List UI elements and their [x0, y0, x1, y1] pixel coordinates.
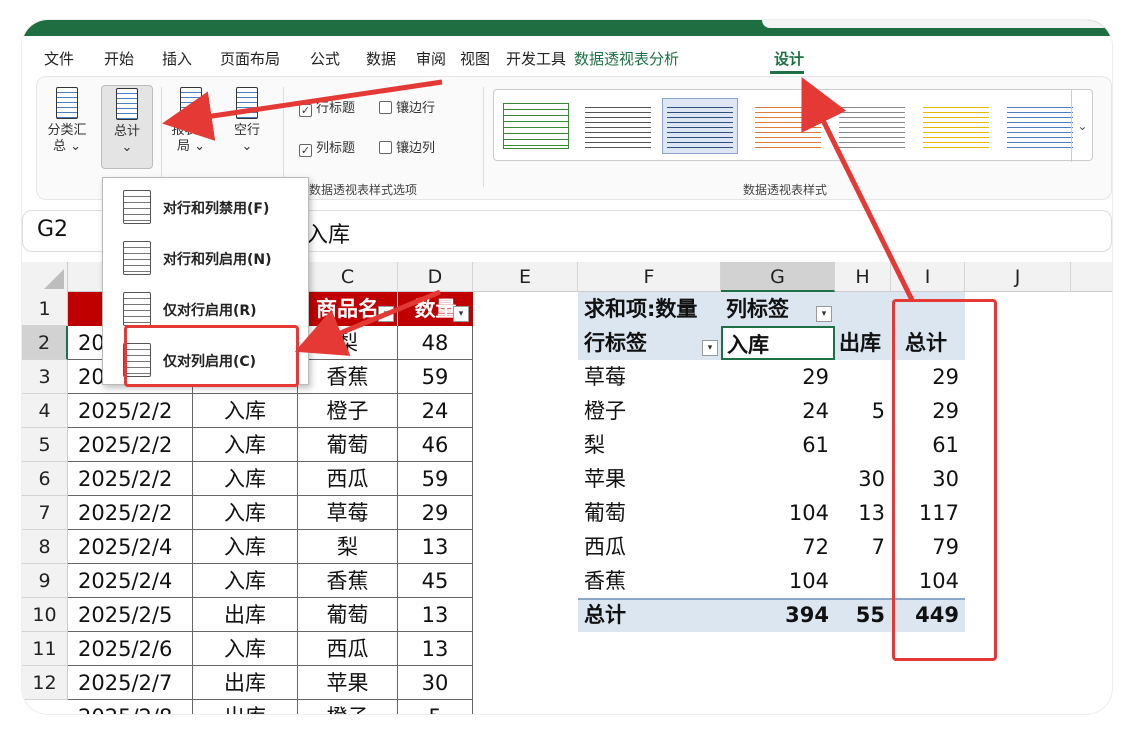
screenshot-card: 文件 开始 插入 页面布局 公式 数据 审阅 视图 开发工具 数据透视表分析 设计 分类汇 总 ⌄ … — [22, 20, 1112, 714]
arrow-to-grand-totals — [162, 79, 443, 141]
arrow-to-design-tab — [801, 77, 915, 302]
annotation-arrows — [162, 77, 915, 356]
arrow-to-column-option — [294, 289, 441, 356]
